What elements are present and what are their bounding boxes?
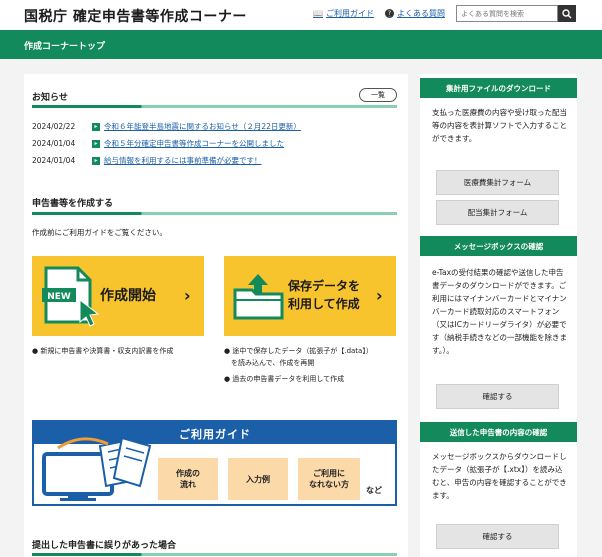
- search-button[interactable]: [558, 5, 576, 22]
- chevron-right-icon: ▸: [92, 122, 100, 131]
- news-date: 2024/02/22: [32, 122, 76, 131]
- start-creation-button[interactable]: NEW 作成開始 ›: [32, 256, 204, 336]
- main-content: お知らせ 一覧 2024/02/22 ▸ 令和６年能登半島地震に関するお知らせ（…: [24, 74, 408, 557]
- chevron-right-icon: ›: [184, 286, 191, 305]
- saved-data-label-line1: 保存データを: [288, 279, 361, 293]
- guide-link[interactable]: 📖 ご利用ガイド: [313, 8, 374, 19]
- saved-bullet-continued: を読み込んで、作成を再開: [231, 359, 315, 367]
- use-saved-data-button[interactable]: 保存データを 利用して作成 ›: [224, 256, 396, 336]
- chevron-right-icon: ›: [376, 286, 383, 305]
- saved-bullet: ● 過去の申告書データを利用して作成: [224, 375, 345, 383]
- guide-card-flow-line1: 作成の: [176, 469, 200, 478]
- new-document-icon: NEW: [42, 266, 100, 327]
- create-section-title: 申告書等を作成する: [32, 199, 114, 209]
- news-item[interactable]: 2024/01/04 ▸ 給与情報を利用するには事前準備が必要です！: [32, 155, 262, 166]
- news-divider: [32, 105, 397, 108]
- download-section-header: 集計用ファイルのダウンロード: [420, 78, 577, 98]
- news-link[interactable]: 令和６年能登半島地震に関するお知らせ（２月22日更新）: [104, 121, 301, 132]
- news-link[interactable]: 令和５年分確定申告書等作成コーナーを公開しました: [104, 138, 284, 149]
- submitted-divider: [32, 553, 397, 556]
- sent-return-confirm-button[interactable]: 確認する: [436, 524, 559, 549]
- news-item[interactable]: 2024/01/04 ▸ 令和５年分確定申告書等作成コーナーを公開しました: [32, 138, 284, 149]
- question-icon: ?: [385, 9, 394, 18]
- guide-card-examples[interactable]: 入力例: [228, 458, 288, 500]
- saved-bullet-text: 途中で保存したデータ（拡張子が【.data】）: [232, 347, 373, 355]
- site-title[interactable]: 国税庁 確定申告書等作成コーナー: [24, 6, 247, 26]
- faq-link[interactable]: ? よくある質問: [385, 8, 445, 19]
- download-description: 支払った医療費の内容や受け取った配当等の内容を表計算ソフトで入力することができま…: [432, 108, 567, 143]
- faq-link-label: よくある質問: [397, 9, 445, 18]
- saved-bullet: ● 途中で保存したデータ（拡張子が【.data】）: [224, 347, 373, 355]
- news-date: 2024/01/04: [32, 139, 76, 148]
- faq-search-input[interactable]: [456, 5, 558, 22]
- usage-guide-banner[interactable]: ご利用ガイド 作成の流れ 入力例 ご利用になれない方 など: [32, 420, 397, 506]
- sent-return-section-header: 送信した申告書の内容の確認: [420, 422, 577, 442]
- new-bullet-text: 新規に申告書や決算書・収支内訳書を作成: [40, 347, 174, 355]
- guide-link-label: ご利用ガイド: [325, 9, 374, 18]
- sidebar: 集計用ファイルのダウンロード 支払った医療費の内容や受け取った配当等の内容を表計…: [420, 74, 577, 557]
- site-header: 国税庁 確定申告書等作成コーナー 📖 ご利用ガイド ? よくある質問: [0, 0, 602, 28]
- guide-banner-title: ご利用ガイド: [179, 428, 251, 441]
- book-icon: 📖: [313, 9, 323, 18]
- guide-card-unfamiliar-line1: ご利用に: [313, 469, 345, 478]
- new-bullet: ● 新規に申告書や決算書・収支内訳書を作成: [32, 347, 174, 355]
- guide-suffix: など: [366, 486, 382, 495]
- saved-data-label-line2: 利用して作成: [288, 297, 360, 311]
- news-date: 2024/01/04: [32, 156, 76, 165]
- create-divider: [32, 212, 397, 215]
- submitted-error-title: 提出した申告書に誤りがあった場合: [32, 541, 177, 551]
- news-title: お知らせ: [32, 93, 68, 103]
- news-item[interactable]: 2024/02/22 ▸ 令和６年能登半島地震に関するお知らせ（２月22日更新）: [32, 121, 301, 132]
- folder-upload-icon: [233, 274, 284, 320]
- page-title: 作成コーナートップ: [24, 42, 106, 52]
- create-note: 作成前にご利用ガイドをご覧ください。: [32, 228, 167, 237]
- monitor-documents-icon: [42, 436, 152, 501]
- saved-bullet-text: 過去の申告書データを利用して作成: [232, 375, 345, 383]
- sent-return-description: メッセージボックスからダウンロードしたデータ（拡張子が【.xtx】）を読み込むと…: [432, 452, 567, 500]
- medical-expense-form-button[interactable]: 医療費集計フォーム: [436, 170, 559, 195]
- guide-card-flow-line2: 流れ: [180, 480, 196, 489]
- news-link[interactable]: 給与情報を利用するには事前準備が必要です！: [104, 155, 262, 166]
- page-title-bar: 作成コーナートップ: [0, 30, 602, 59]
- start-creation-label: 作成開始: [100, 288, 156, 304]
- messagebox-section-header: メッセージボックスの確認: [420, 236, 577, 256]
- new-badge: NEW: [47, 292, 71, 302]
- guide-card-flow[interactable]: 作成の 流れ: [158, 458, 218, 500]
- guide-card-unfamiliar[interactable]: ご利用に なれない方: [298, 458, 360, 500]
- chevron-right-icon: ▸: [92, 156, 100, 165]
- messagebox-confirm-button[interactable]: 確認する: [436, 384, 559, 409]
- messagebox-description: e-Taxの受付結果の確認や送信した申告書データのダウンロードができます。ご利用…: [432, 268, 567, 355]
- guide-card-unfamiliar-line2: なれない方: [309, 480, 349, 489]
- chevron-right-icon: ▸: [92, 139, 100, 148]
- search-icon: [562, 8, 572, 18]
- news-list-button[interactable]: 一覧: [359, 88, 397, 102]
- dividend-form-button[interactable]: 配当集計フォーム: [436, 200, 559, 225]
